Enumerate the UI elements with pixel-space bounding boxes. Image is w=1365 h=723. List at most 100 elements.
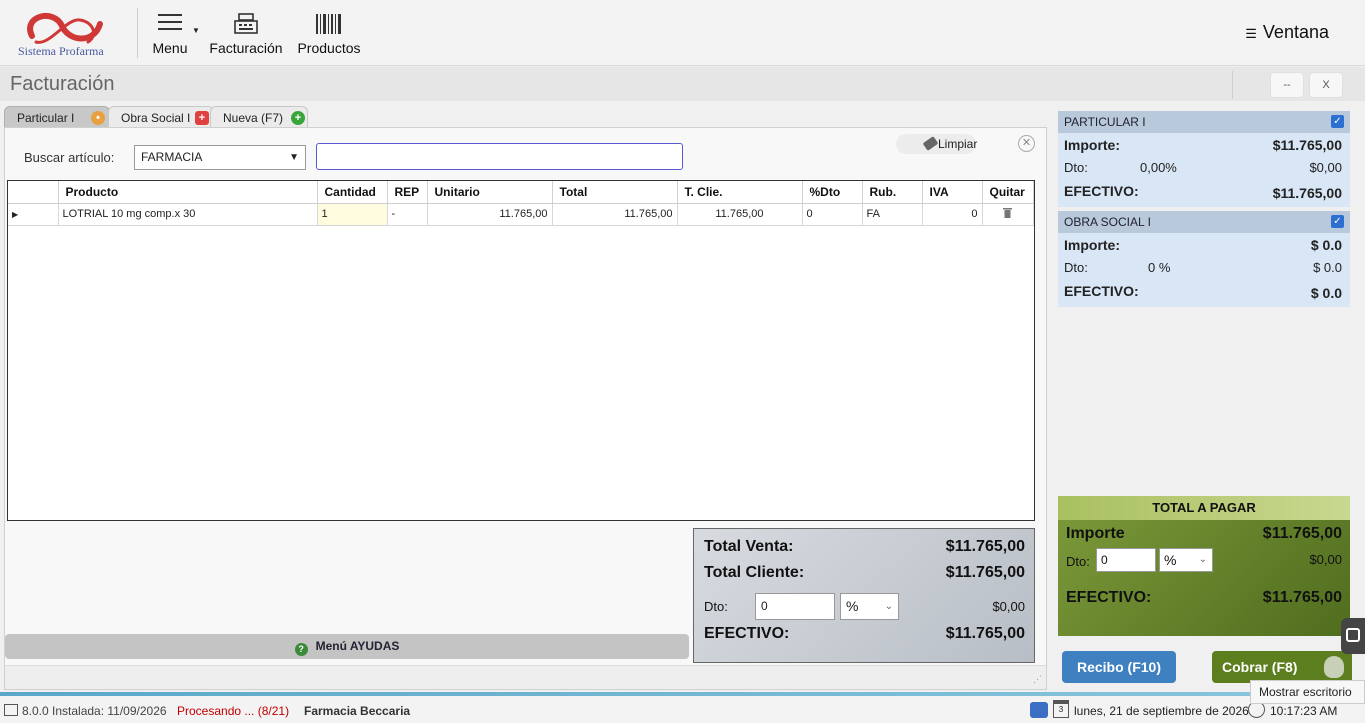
column-header[interactable]: T. Clie. — [677, 181, 803, 204]
calendar-icon: 3 — [1053, 700, 1069, 718]
tab-particular[interactable]: Particular I • — [4, 106, 110, 128]
cobrar-button[interactable]: Cobrar (F8) — [1212, 651, 1352, 683]
search-input[interactable] — [316, 143, 683, 170]
date-text: lunes, 21 de septiembre de 2026 — [1074, 704, 1249, 718]
cell-iva[interactable]: 0 — [922, 203, 983, 226]
cell-unitario[interactable]: 11.765,00 — [427, 203, 553, 226]
efectivo-label: EFECTIVO: — [1064, 283, 1139, 299]
account-obra-social: OBRA SOCIAL I ✓ Importe: $ 0.0 Dto: 0 % … — [1058, 211, 1350, 307]
column-header[interactable]: IVA — [922, 181, 983, 204]
products-table: Producto Cantidad REP Unitario Total T. … — [8, 181, 1034, 226]
cell-t-clie[interactable]: 11.765,00 — [677, 203, 803, 226]
clear-label: Limpiar — [938, 137, 978, 151]
processing-status: Procesando ... (8/21) — [177, 704, 290, 718]
tp-dto-label: Dto: — [1066, 554, 1090, 569]
tp-dto-input[interactable]: 0 — [1096, 548, 1156, 572]
cell-cantidad[interactable]: 1 — [317, 203, 388, 226]
dto-label: Dto: — [1064, 260, 1088, 275]
page-title: Facturación — [10, 73, 115, 95]
dto-input[interactable]: 0 — [755, 593, 835, 620]
minimize-button[interactable]: -- — [1270, 72, 1304, 98]
efectivo-label: EFECTIVO: — [704, 625, 790, 642]
cobrar-label: Cobrar (F8) — [1222, 659, 1298, 675]
cell-producto[interactable]: LOTRIAL 10 mg comp.x 30 — [58, 203, 318, 226]
window-titlebar: Facturación -- X — [0, 67, 1365, 101]
cell-total[interactable]: 11.765,00 — [552, 203, 678, 226]
summary-panel: PARTICULAR I ✓ Importe: $11.765,00 Dto: … — [1050, 103, 1365, 693]
menu-button[interactable]: Menu — [142, 6, 198, 62]
column-header[interactable]: Quitar — [982, 181, 1034, 204]
account-header: PARTICULAR I ✓ — [1058, 111, 1350, 133]
column-header[interactable]: Producto — [58, 181, 318, 204]
menu-label: Menu — [152, 40, 188, 56]
efectivo-value: $ 0.0 — [1310, 285, 1342, 301]
category-select[interactable]: FARMACIA ▼ — [134, 145, 306, 170]
cash-register-icon — [234, 13, 258, 34]
column-header[interactable]: REP — [387, 181, 428, 204]
dto-unit-select[interactable]: % ⌄ — [840, 593, 899, 620]
dto-label: Dto: — [704, 599, 728, 614]
ayudas-menu-button[interactable]: ? Menú AYUDAS — [5, 634, 689, 659]
importe-value: $11.765,00 — [1272, 137, 1342, 153]
show-desktop-tab[interactable] — [1341, 618, 1365, 654]
status-bar: 8.0.0 Instalada: 11/09/2026 Procesando .… — [0, 696, 1365, 723]
search-label: Buscar artículo: — [24, 150, 115, 165]
facturacion-label: Facturación — [209, 40, 283, 56]
sync-icon[interactable] — [1030, 702, 1048, 718]
column-header[interactable]: Rub. — [862, 181, 923, 204]
clear-button[interactable]: Limpiar — [896, 134, 978, 154]
logo-text: Sistema Profarma — [18, 44, 104, 58]
facturacion-button[interactable]: Facturación — [204, 6, 288, 62]
list-icon: ☰ — [1245, 26, 1257, 41]
category-value: FARMACIA — [141, 150, 203, 164]
checkbox-checked-icon[interactable]: ✓ — [1331, 115, 1344, 128]
medical-cross-icon: + — [195, 111, 209, 125]
account-header: OBRA SOCIAL I ✓ — [1058, 211, 1350, 233]
column-header[interactable]: Unitario — [427, 181, 553, 204]
ventana-label: Ventana — [1262, 22, 1329, 42]
dto-value: $0,00 — [1309, 160, 1342, 175]
invoice-panel: Buscar artículo: FARMACIA ▼ Limpiar ✕ Pr… — [4, 127, 1047, 690]
importe-label: Importe: — [1064, 137, 1120, 153]
column-header[interactable]: Cantidad — [317, 181, 388, 204]
tab-nueva[interactable]: Nueva (F7) + — [210, 106, 308, 128]
checkbox-checked-icon[interactable]: ✓ — [1331, 215, 1344, 228]
table-row[interactable]: ▶ LOTRIAL 10 mg comp.x 30 1 - 11.765,00 … — [8, 203, 1034, 226]
cell-rub[interactable]: FA — [862, 203, 923, 226]
table-header-row: Producto Cantidad REP Unitario Total T. … — [8, 181, 1034, 204]
cell-dto[interactable]: 0 — [802, 203, 863, 226]
barcode-icon — [316, 14, 341, 34]
tp-dto-value: $0,00 — [1309, 552, 1342, 567]
toolbar-divider — [137, 8, 138, 58]
resize-grip-icon[interactable]: ⋰ — [1033, 674, 1042, 685]
total-cliente-label: Total Cliente: — [704, 564, 805, 581]
close-window-button[interactable]: X — [1309, 72, 1343, 98]
ayudas-label: Menú AYUDAS — [315, 639, 400, 653]
recibo-button[interactable]: Recibo (F10) — [1062, 651, 1176, 683]
version-text: 8.0.0 Instalada: 11/09/2026 — [22, 704, 167, 718]
ventana-menu[interactable]: ☰ Ventana — [1245, 22, 1329, 43]
row-header-column — [8, 181, 59, 204]
install-icon — [4, 704, 18, 716]
account-name: OBRA SOCIAL I — [1064, 215, 1151, 229]
user-icon: • — [91, 111, 105, 125]
dto-value: $0,00 — [992, 599, 1025, 614]
help-icon: ? — [294, 643, 308, 656]
column-header[interactable]: %Dto — [802, 181, 863, 204]
top-toolbar: Sistema Profarma Menu ▼ Facturación Prod… — [0, 0, 1365, 66]
cell-rep[interactable]: - — [387, 203, 428, 226]
tp-dto-unit-select[interactable]: % ⌄ — [1159, 548, 1213, 572]
products-grid: Producto Cantidad REP Unitario Total T. … — [7, 180, 1035, 521]
column-header[interactable]: Total — [552, 181, 678, 204]
total-a-pagar-title: TOTAL A PAGAR — [1058, 496, 1350, 520]
add-icon: + — [291, 111, 305, 125]
panel-footer: ⋰ — [5, 665, 1046, 689]
close-circle-icon[interactable]: ✕ — [1018, 135, 1035, 152]
row-selector-icon[interactable]: ▶ — [8, 203, 59, 226]
account-dto-row: Dto: 0,00% $0,00 — [1058, 156, 1350, 179]
account-particular: PARTICULAR I ✓ Importe: $11.765,00 Dto: … — [1058, 111, 1350, 207]
productos-button[interactable]: Productos — [292, 6, 366, 62]
trash-icon[interactable] — [982, 203, 1034, 226]
tab-obra-social[interactable]: Obra Social I + — [108, 106, 214, 128]
total-venta-label: Total Venta: — [704, 538, 794, 555]
